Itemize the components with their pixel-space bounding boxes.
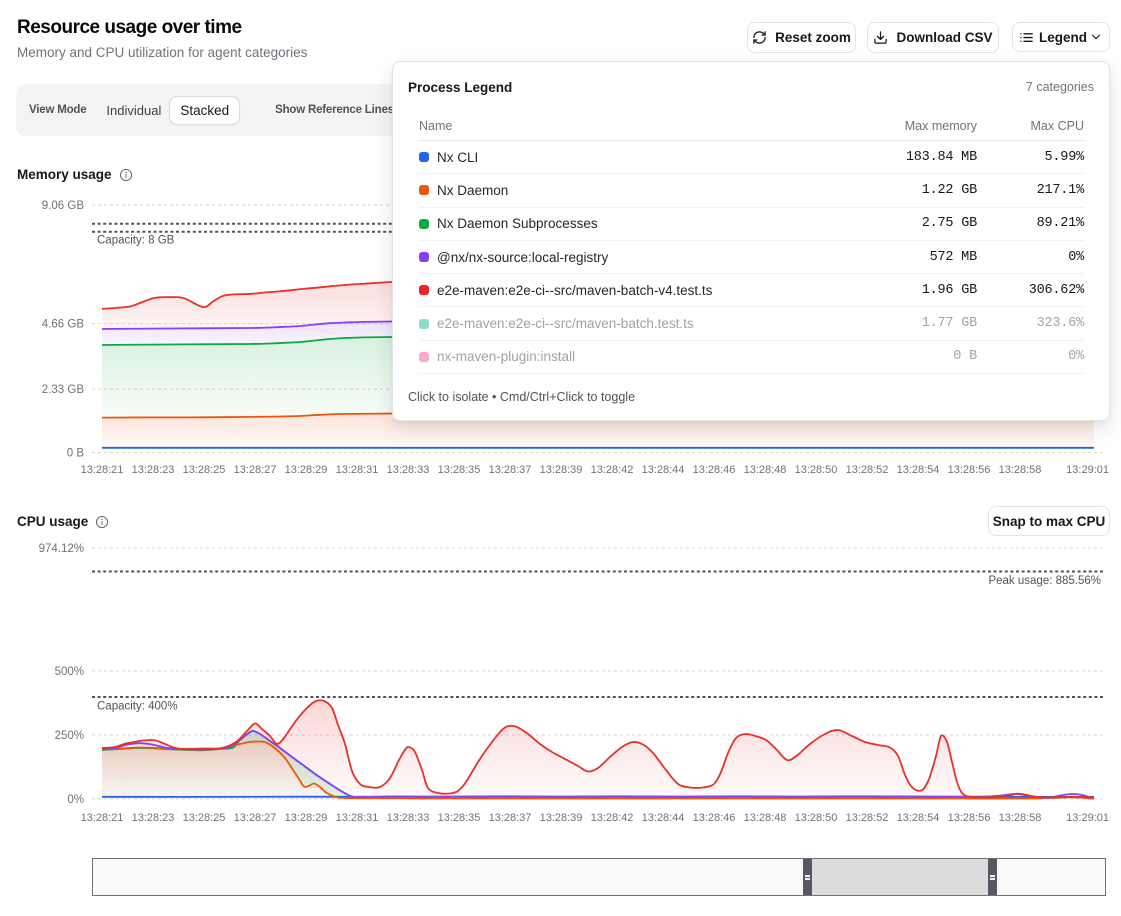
svg-text:13:28:50: 13:28:50 xyxy=(795,464,838,476)
svg-text:13:28:44: 13:28:44 xyxy=(642,812,685,824)
svg-text:0 B: 0 B xyxy=(67,448,85,460)
svg-text:13:29:01: 13:29:01 xyxy=(1066,812,1109,824)
svg-text:13:28:21: 13:28:21 xyxy=(81,812,124,824)
svg-text:13:28:48: 13:28:48 xyxy=(744,812,787,824)
svg-text:0%: 0% xyxy=(67,794,84,806)
svg-text:13:28:27: 13:28:27 xyxy=(234,464,277,476)
svg-text:13:28:58: 13:28:58 xyxy=(999,464,1042,476)
svg-text:13:28:33: 13:28:33 xyxy=(387,812,430,824)
svg-text:13:28:50: 13:28:50 xyxy=(795,812,838,824)
svg-text:2.33 GB: 2.33 GB xyxy=(42,384,85,396)
svg-text:13:28:56: 13:28:56 xyxy=(948,812,991,824)
svg-text:13:28:31: 13:28:31 xyxy=(336,812,379,824)
svg-text:974.12%: 974.12% xyxy=(39,543,84,555)
svg-text:13:28:37: 13:28:37 xyxy=(489,812,532,824)
svg-text:13:28:29: 13:28:29 xyxy=(285,464,328,476)
svg-text:13:28:44: 13:28:44 xyxy=(642,464,685,476)
svg-text:13:28:46: 13:28:46 xyxy=(693,464,736,476)
svg-text:13:28:29: 13:28:29 xyxy=(285,812,328,824)
svg-text:13:28:35: 13:28:35 xyxy=(438,812,481,824)
svg-text:13:28:25: 13:28:25 xyxy=(183,464,226,476)
svg-text:13:28:54: 13:28:54 xyxy=(897,812,940,824)
svg-text:500%: 500% xyxy=(55,666,84,678)
svg-text:13:28:56: 13:28:56 xyxy=(948,464,991,476)
svg-text:13:28:39: 13:28:39 xyxy=(540,464,583,476)
svg-text:13:28:31: 13:28:31 xyxy=(336,464,379,476)
svg-text:13:28:35: 13:28:35 xyxy=(438,464,481,476)
svg-text:13:29:01: 13:29:01 xyxy=(1066,464,1109,476)
svg-text:4.66 GB: 4.66 GB xyxy=(42,319,85,331)
svg-text:Peak usage: 885.56%: Peak usage: 885.56% xyxy=(988,575,1101,587)
svg-text:13:28:23: 13:28:23 xyxy=(132,812,175,824)
svg-text:13:28:52: 13:28:52 xyxy=(846,464,889,476)
svg-text:13:28:42: 13:28:42 xyxy=(591,812,634,824)
svg-text:9.06 GB: 9.06 GB xyxy=(42,200,85,212)
svg-text:13:28:37: 13:28:37 xyxy=(489,464,532,476)
svg-text:13:28:33: 13:28:33 xyxy=(387,464,430,476)
svg-text:13:28:46: 13:28:46 xyxy=(693,812,736,824)
svg-text:13:28:23: 13:28:23 xyxy=(132,464,175,476)
svg-text:13:28:25: 13:28:25 xyxy=(183,812,226,824)
svg-text:250%: 250% xyxy=(55,730,84,742)
svg-text:13:28:21: 13:28:21 xyxy=(81,464,124,476)
svg-text:13:28:58: 13:28:58 xyxy=(999,812,1042,824)
svg-text:13:28:42: 13:28:42 xyxy=(591,464,634,476)
svg-text:Capacity: 8 GB: Capacity: 8 GB xyxy=(97,235,175,247)
svg-text:13:28:27: 13:28:27 xyxy=(234,812,277,824)
svg-text:13:28:48: 13:28:48 xyxy=(744,464,787,476)
svg-text:13:28:52: 13:28:52 xyxy=(846,812,889,824)
svg-text:13:28:54: 13:28:54 xyxy=(897,464,940,476)
svg-text:13:28:39: 13:28:39 xyxy=(540,812,583,824)
svg-text:Capacity: 400%: Capacity: 400% xyxy=(97,701,178,713)
